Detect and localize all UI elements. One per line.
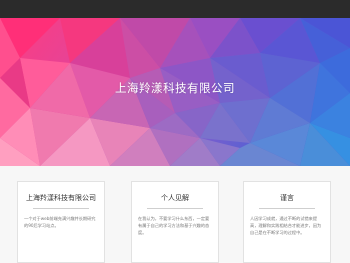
card-divider: [259, 208, 315, 209]
card-motto: 谨言 人因学习成就，通过不断的试错来提高，理解和实践相结合才能进步，因为自己是在…: [243, 181, 331, 263]
hero-banner: 上海羚漾科技有限公司: [0, 18, 350, 166]
card-divider: [147, 208, 203, 209]
card-divider: [33, 208, 89, 209]
card-title: 谨言: [280, 194, 294, 202]
card-personal-view: 个人见解 在我认为，不要学习什么东西，一定要有属于自己的学习方法和基于兴趣的态度…: [131, 181, 219, 263]
card-text: 在我认为，不要学习什么东西，一定要有属于自己的学习方法和基于兴趣的态度。: [138, 216, 210, 235]
card-text: 一个对于web前端充满兴趣并长期研究的90后学习站点。: [24, 216, 96, 228]
card-title: 个人见解: [161, 194, 189, 202]
card-title: 上海羚漾科技有限公司: [26, 194, 96, 202]
card-company: 上海羚漾科技有限公司 一个对于web前端充满兴趣并长期研究的90后学习站点。: [17, 181, 105, 263]
hero-title: 上海羚漾科技有限公司: [115, 81, 235, 95]
feature-section: 上海羚漾科技有限公司 一个对于web前端充满兴趣并长期研究的90后学习站点。 个…: [0, 166, 350, 263]
top-nav-bar: [0, 0, 350, 18]
card-text: 人因学习成就，通过不断的试错来提高，理解和实践相结合才能进步，因为自己是在不断学…: [250, 216, 322, 235]
